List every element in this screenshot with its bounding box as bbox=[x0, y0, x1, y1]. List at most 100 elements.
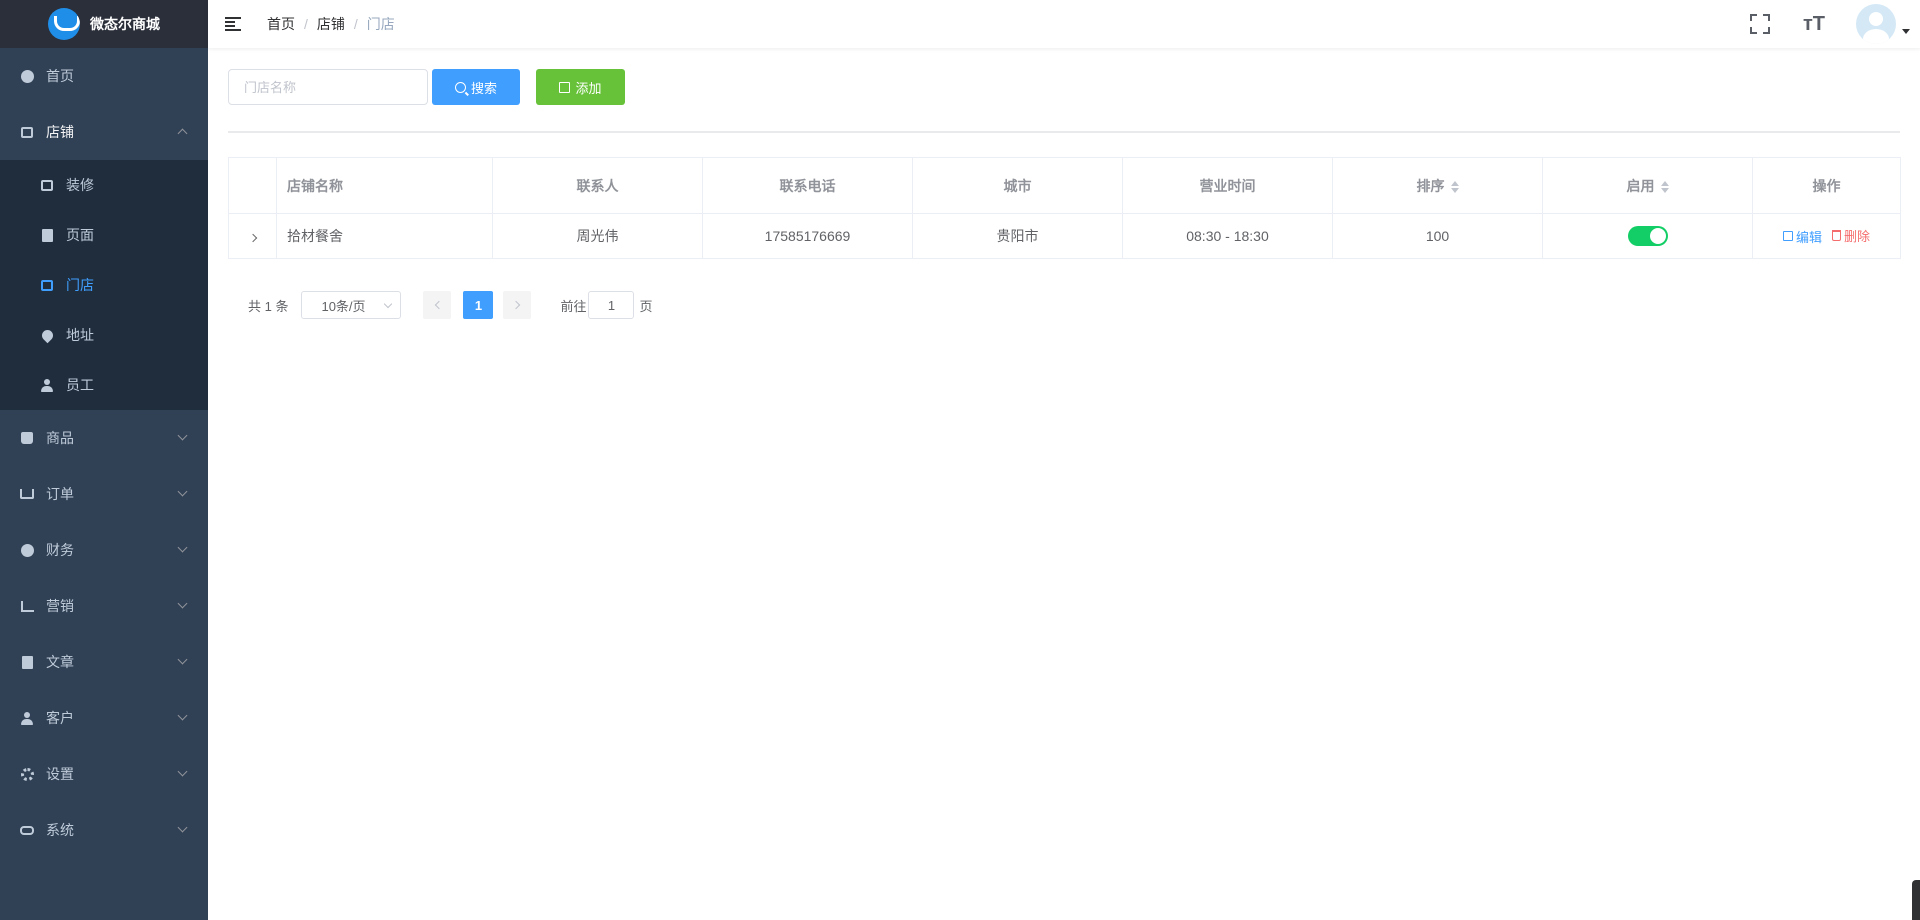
sort-caret-icon[interactable] bbox=[1450, 180, 1459, 193]
header-right: тT bbox=[1748, 0, 1920, 48]
sidebar-item-articles[interactable]: 文章 bbox=[0, 634, 208, 690]
sidebar-item-label: 订单 bbox=[46, 486, 74, 502]
sidebar-item-pages[interactable]: 页面 bbox=[0, 210, 208, 260]
avatar[interactable] bbox=[1856, 4, 1896, 44]
article-icon bbox=[20, 655, 34, 669]
dashboard-icon bbox=[20, 69, 34, 83]
sidebar: 微态尔商城 首页 店铺 装修 页面 门店 地址 员工 商品 订单 财务 营销 文… bbox=[0, 0, 208, 920]
sidebar-item-settings[interactable]: 设置 bbox=[0, 746, 208, 802]
column-header-enabled[interactable]: 启用 bbox=[1542, 157, 1753, 214]
chevron-right-icon[interactable] bbox=[248, 233, 257, 243]
actions-cell: 编辑 删除 bbox=[1752, 213, 1901, 259]
enabled-toggle[interactable] bbox=[1627, 226, 1668, 246]
location-icon bbox=[39, 327, 55, 343]
app-title: 微态尔商城 bbox=[90, 16, 160, 32]
page-number-button[interactable]: 1 bbox=[463, 291, 494, 319]
fullscreen-icon[interactable] bbox=[1748, 12, 1772, 36]
logo-icon bbox=[48, 8, 80, 40]
chevron-down-icon bbox=[177, 486, 188, 497]
hamburger-icon[interactable] bbox=[225, 17, 241, 31]
font-size-icon[interactable]: тT bbox=[1802, 12, 1826, 36]
goto-prefix: 前往 bbox=[560, 298, 587, 314]
sidebar-item-home[interactable]: 首页 bbox=[0, 48, 208, 104]
yen-icon bbox=[20, 543, 34, 557]
logo[interactable]: 微态尔商城 bbox=[0, 0, 208, 48]
top-navbar: 首页 / 店铺 / 门店 тT bbox=[208, 0, 1920, 48]
sort-caret-icon[interactable] bbox=[1660, 180, 1669, 193]
filter-toolbar: 搜索 添加 bbox=[228, 69, 1900, 105]
link-icon bbox=[20, 823, 34, 837]
sidebar-item-marketing[interactable]: 营销 bbox=[0, 578, 208, 634]
shop-submenu: 装修 页面 门店 地址 员工 bbox=[0, 160, 208, 410]
prev-page-button[interactable] bbox=[423, 291, 452, 319]
document-icon bbox=[40, 228, 54, 242]
edit-icon bbox=[559, 81, 571, 93]
phone-cell: 17585176669 bbox=[702, 213, 913, 259]
goto-suffix: 页 bbox=[639, 298, 653, 314]
sidebar-item-label: 系统 bbox=[46, 822, 74, 838]
caret-down-icon[interactable] bbox=[1902, 28, 1910, 34]
pagination: 共 1 条 10条/页 1 前往 页 bbox=[228, 291, 1900, 319]
enabled-cell bbox=[1542, 213, 1753, 259]
layout-icon bbox=[40, 178, 54, 192]
edit-icon bbox=[1783, 231, 1794, 242]
sidebar-item-orders[interactable]: 订单 bbox=[0, 466, 208, 522]
scrollbar-thumb[interactable] bbox=[1912, 880, 1920, 920]
breadcrumb-separator: / bbox=[304, 16, 308, 32]
edit-button[interactable]: 编辑 bbox=[1783, 227, 1822, 246]
table-header-row: 店铺名称 联系人 联系电话 城市 营业时间 排序 启用 操作 bbox=[228, 157, 1901, 214]
sidebar-item-customers[interactable]: 客户 bbox=[0, 690, 208, 746]
add-button[interactable]: 添加 bbox=[536, 69, 625, 105]
chevron-down-icon bbox=[177, 766, 188, 777]
chevron-down-icon bbox=[177, 598, 188, 609]
column-header-sort[interactable]: 排序 bbox=[1332, 157, 1543, 214]
sidebar-item-stores[interactable]: 门店 bbox=[0, 260, 208, 310]
sidebar-item-label: 营销 bbox=[46, 598, 74, 614]
column-header-store-name: 店铺名称 bbox=[276, 157, 493, 214]
goto-page-input[interactable] bbox=[588, 291, 635, 319]
delete-button[interactable]: 删除 bbox=[1831, 226, 1870, 245]
divider bbox=[228, 131, 1900, 133]
stores-table: 店铺名称 联系人 联系电话 城市 营业时间 排序 启用 操作 拾材餐舍 周光伟 … bbox=[228, 157, 1901, 259]
sidebar-item-label: 地址 bbox=[66, 327, 94, 343]
sidebar-item-label: 客户 bbox=[46, 710, 74, 726]
column-header-hours: 营业时间 bbox=[1122, 157, 1333, 214]
breadcrumb-shop[interactable]: 店铺 bbox=[317, 14, 345, 34]
sidebar-item-label: 首页 bbox=[46, 68, 74, 84]
gear-icon bbox=[20, 767, 34, 781]
store-icon bbox=[40, 278, 54, 292]
search-button[interactable]: 搜索 bbox=[432, 69, 520, 105]
sidebar-item-decoration[interactable]: 装修 bbox=[0, 160, 208, 210]
chevron-left-icon bbox=[434, 300, 444, 310]
column-header-expand bbox=[228, 157, 277, 214]
page-size-select[interactable]: 10条/页 bbox=[301, 291, 402, 319]
next-page-button[interactable] bbox=[503, 291, 532, 319]
store-name-cell: 拾材餐舍 bbox=[276, 213, 493, 259]
cart-icon bbox=[20, 487, 34, 501]
sidebar-item-finance[interactable]: 财务 bbox=[0, 522, 208, 578]
sidebar-item-label: 商品 bbox=[46, 430, 74, 446]
chevron-down-icon bbox=[177, 542, 188, 553]
breadcrumb-current: 门店 bbox=[366, 16, 395, 32]
sidebar-item-staff[interactable]: 员工 bbox=[0, 360, 208, 410]
chevron-down-icon bbox=[177, 654, 188, 665]
sidebar-item-address[interactable]: 地址 bbox=[0, 310, 208, 360]
sidebar-item-label: 页面 bbox=[66, 227, 94, 243]
column-header-enabled-label: 启用 bbox=[1626, 177, 1655, 194]
sidebar-item-system[interactable]: 系统 bbox=[0, 802, 208, 858]
edit-button-label: 编辑 bbox=[1796, 229, 1823, 245]
chart-icon bbox=[20, 599, 34, 613]
search-icon bbox=[454, 81, 466, 93]
breadcrumb-home[interactable]: 首页 bbox=[267, 14, 295, 34]
sidebar-item-shop[interactable]: 店铺 bbox=[0, 104, 208, 160]
sidebar-item-label: 文章 bbox=[46, 654, 74, 670]
page-size-value: 10条/页 bbox=[321, 298, 366, 314]
chevron-right-icon bbox=[511, 300, 521, 310]
pagination-jumper: 前往 页 bbox=[560, 291, 653, 319]
trash-icon bbox=[1831, 230, 1841, 242]
delete-button-label: 删除 bbox=[1843, 229, 1870, 245]
sidebar-item-label: 员工 bbox=[66, 377, 94, 393]
store-name-input[interactable] bbox=[228, 69, 428, 105]
expand-cell[interactable] bbox=[228, 213, 277, 259]
sidebar-item-goods[interactable]: 商品 bbox=[0, 410, 208, 466]
